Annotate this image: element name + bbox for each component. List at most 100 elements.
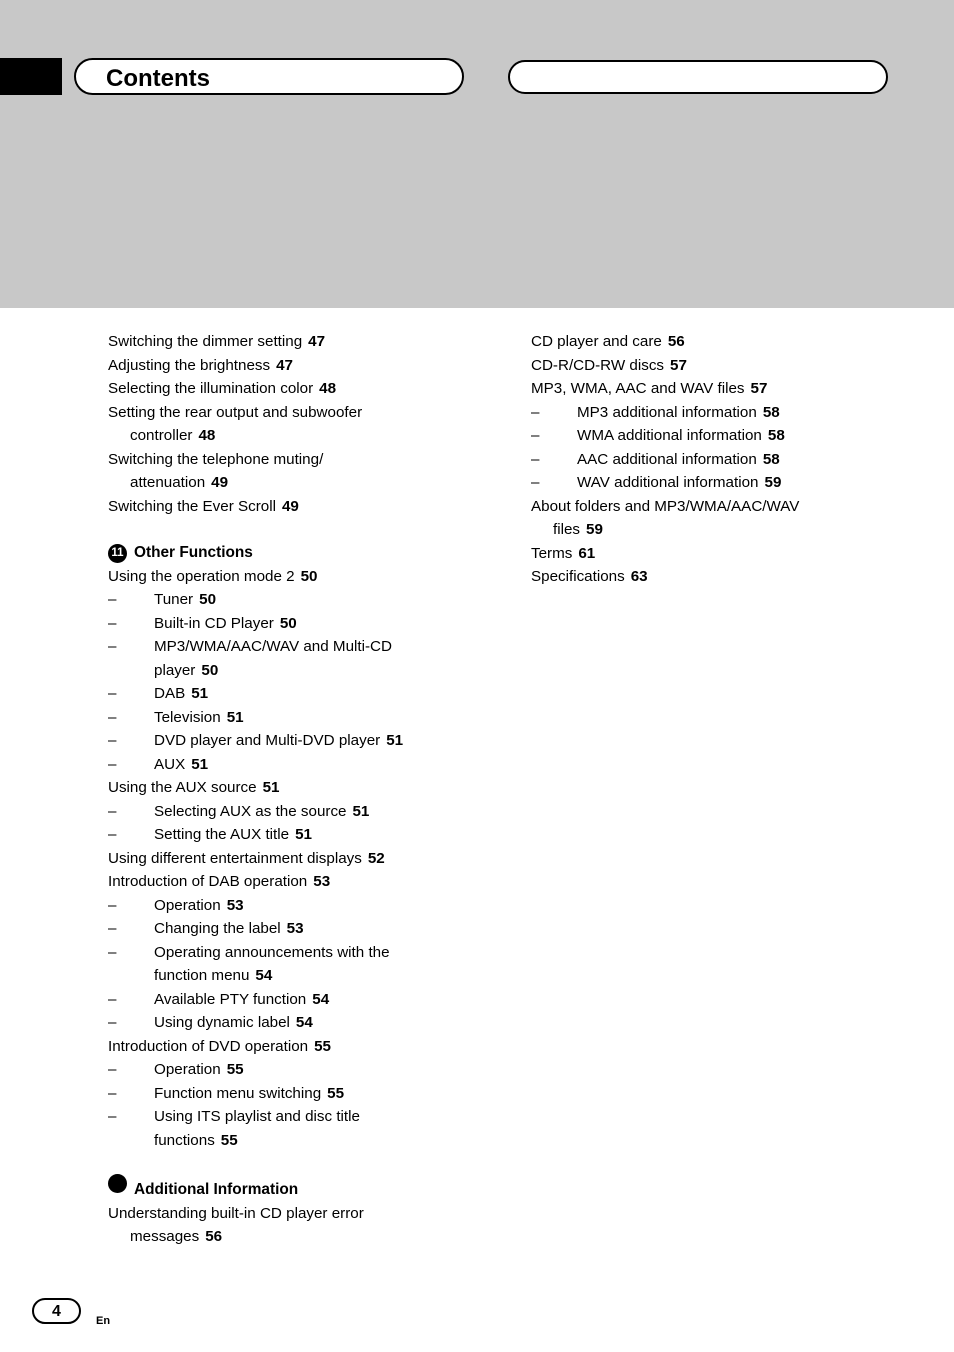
contents-entry[interactable]: Setting the rear output and subwoofer	[108, 401, 498, 425]
contents-entry-page: 56	[667, 333, 685, 350]
contents-entry-label: Switching the Ever Scroll	[108, 497, 276, 515]
contents-entry-label: Introduction of DAB operation	[108, 873, 308, 890]
contents-entry[interactable]: – MP3/WMA/AAC/WAV and Multi-CD	[108, 635, 498, 659]
contents-entry-label: Built-in CD Player	[154, 614, 274, 632]
contents-entry[interactable]: Terms 61	[531, 542, 931, 566]
contents-entry[interactable]: – WAV additional information 59	[531, 471, 931, 495]
contents-entry[interactable]: – Tuner 50	[108, 588, 498, 612]
contents-entry[interactable]: – Operating announcements with the	[108, 941, 498, 965]
contents-entry-page: 49	[281, 497, 299, 515]
contents-entry[interactable]: – Function menu switching 55	[108, 1082, 498, 1106]
contents-entry-label: Using the operation mode 2	[108, 567, 295, 585]
contents-entry[interactable]: – Using dynamic label 54	[108, 1011, 498, 1035]
bullet-dash-icon: –	[108, 990, 117, 1008]
contents-entry-label: function menu	[154, 967, 250, 984]
contents-entry-page: 52	[367, 849, 385, 867]
contents-entry-page: 55	[314, 1037, 331, 1055]
section-badge-icon	[108, 1174, 127, 1193]
contents-entry-label: MP3/WMA/AAC/WAV and Multi-CD	[154, 638, 392, 655]
contents-entry-page: 55	[226, 1061, 244, 1078]
contents-entry[interactable]: Using the AUX source 51	[108, 776, 498, 800]
contents-entry[interactable]: – Television 51	[108, 706, 498, 730]
contents-entry-page: 51	[262, 779, 280, 796]
contents-entry[interactable]: About folders and MP3/WMA/AAC/WAV	[531, 495, 931, 519]
bullet-dash-icon: –	[108, 943, 117, 961]
contents-entry[interactable]: – Selecting AUX as the source 51	[108, 800, 498, 824]
contents-entry-label: Operation	[154, 1061, 221, 1078]
contents-entry[interactable]: – WMA additional information 58	[531, 424, 931, 448]
contents-entry[interactable]: – Operation 55	[108, 1058, 498, 1082]
bullet-dash-icon: –	[108, 614, 117, 632]
contents-entry[interactable]: functions 55	[108, 1129, 498, 1153]
contents-entry[interactable]: – Operation 53	[108, 894, 498, 918]
contents-entry-page: 54	[312, 990, 330, 1008]
contents-entry[interactable]: Switching the telephone muting/	[108, 448, 498, 472]
contents-entry[interactable]: attenuation 49	[108, 471, 498, 495]
contents-entry[interactable]: – DVD player and Multi-DVD player 51	[108, 729, 498, 753]
contents-entry[interactable]: Using different entertainment displays 52	[108, 847, 498, 871]
contents-entry-page: 50	[201, 661, 219, 679]
contents-entry[interactable]: CD-R/CD-RW discs 57	[531, 354, 931, 378]
contents-entry-label: files	[553, 521, 581, 538]
contents-entry[interactable]: Understanding built-in CD player error	[108, 1202, 498, 1226]
contents-entry-label: Using dynamic label	[154, 1014, 290, 1031]
contents-entry-page: 51	[226, 708, 244, 726]
contents-entry[interactable]: function menu 54	[108, 964, 498, 988]
contents-entry[interactable]: MP3, WMA, AAC and WAV files 57	[531, 377, 931, 401]
contents-entry[interactable]: Switching the dimmer setting 47	[108, 330, 498, 354]
contents-entry-page: 54	[295, 1014, 313, 1031]
contents-entry[interactable]: Selecting the illumination color 48	[108, 377, 498, 401]
contents-entry-label: player	[154, 661, 196, 679]
contents-entry[interactable]: Switching the Ever Scroll 49	[108, 495, 498, 519]
contents-entry-label: WMA additional information	[577, 427, 762, 444]
contents-entry[interactable]: files 59	[531, 518, 931, 542]
contents-entry[interactable]: Introduction of DAB operation 53	[108, 870, 498, 894]
contents-entry-page: 50	[199, 591, 217, 608]
contents-entry[interactable]: – Changing the label 53	[108, 917, 498, 941]
contents-entry-label: CD player and care	[531, 333, 662, 350]
contents-entry-label: Changing the label	[154, 920, 281, 937]
header-grey-band	[0, 0, 954, 308]
contents-entry-label: Using the AUX source	[108, 779, 257, 796]
contents-entry[interactable]: Introduction of DVD operation 55	[108, 1035, 498, 1059]
contents-entry-page: 63	[630, 568, 648, 585]
contents-entry[interactable]: Specifications 63	[531, 565, 931, 589]
contents-entry[interactable]: – Setting the AUX title 51	[108, 823, 498, 847]
contents-entry[interactable]: Using the operation mode 2 50	[108, 565, 498, 589]
bullet-dash-icon: –	[108, 638, 117, 655]
bullet-dash-icon: –	[108, 826, 117, 843]
contents-entry[interactable]: – Using ITS playlist and disc title	[108, 1105, 498, 1129]
contents-entry[interactable]: – MP3 additional information 58	[531, 401, 931, 425]
contents-entry-label: Operation	[154, 896, 221, 914]
bullet-dash-icon: –	[108, 1084, 117, 1102]
contents-entry[interactable]: controller 48	[108, 424, 498, 448]
page-title: Contents	[106, 65, 210, 92]
contents-entry[interactable]: – DAB 51	[108, 682, 498, 706]
contents-entry-label: Setting the AUX title	[154, 826, 290, 843]
contents-entry[interactable]: Adjusting the brightness 47	[108, 354, 498, 378]
bullet-dash-icon: –	[531, 474, 540, 491]
contents-entry-page: 47	[276, 356, 294, 374]
bullet-dash-icon: –	[108, 896, 117, 914]
contents-entry-label: Available PTY function	[154, 990, 307, 1008]
contents-entry[interactable]: messages 56	[108, 1225, 498, 1249]
contents-entry[interactable]: player 50	[108, 659, 498, 683]
contents-right-column: CD player and care 56 CD-R/CD-RW discs 57 MP…	[531, 330, 931, 589]
bullet-dash-icon: –	[108, 591, 117, 608]
contents-entry-label: attenuation	[130, 474, 206, 491]
contents-entry-label: Television	[154, 708, 221, 726]
contents-entry-page: 48	[198, 427, 216, 444]
contents-entry-page: 59	[586, 521, 603, 538]
contents-entry-label: Understanding built-in CD player error	[108, 1204, 364, 1222]
contents-entry-page: 47	[308, 333, 326, 350]
contents-entry[interactable]: – Available PTY function 54	[108, 988, 498, 1012]
contents-entry[interactable]: CD player and care 56	[531, 330, 931, 354]
contents-entry-label: Adjusting the brightness	[108, 356, 271, 374]
bullet-dash-icon: –	[108, 802, 117, 820]
contents-entry-label: Function menu switching	[154, 1084, 322, 1102]
contents-section-heading: 11 Other Functions	[108, 541, 498, 565]
contents-entry[interactable]: – Built-in CD Player 50	[108, 612, 498, 636]
page-edge-tab	[0, 58, 62, 95]
contents-entry[interactable]: – AAC additional information 58	[531, 448, 931, 472]
contents-entry[interactable]: – AUX 51	[108, 753, 498, 777]
